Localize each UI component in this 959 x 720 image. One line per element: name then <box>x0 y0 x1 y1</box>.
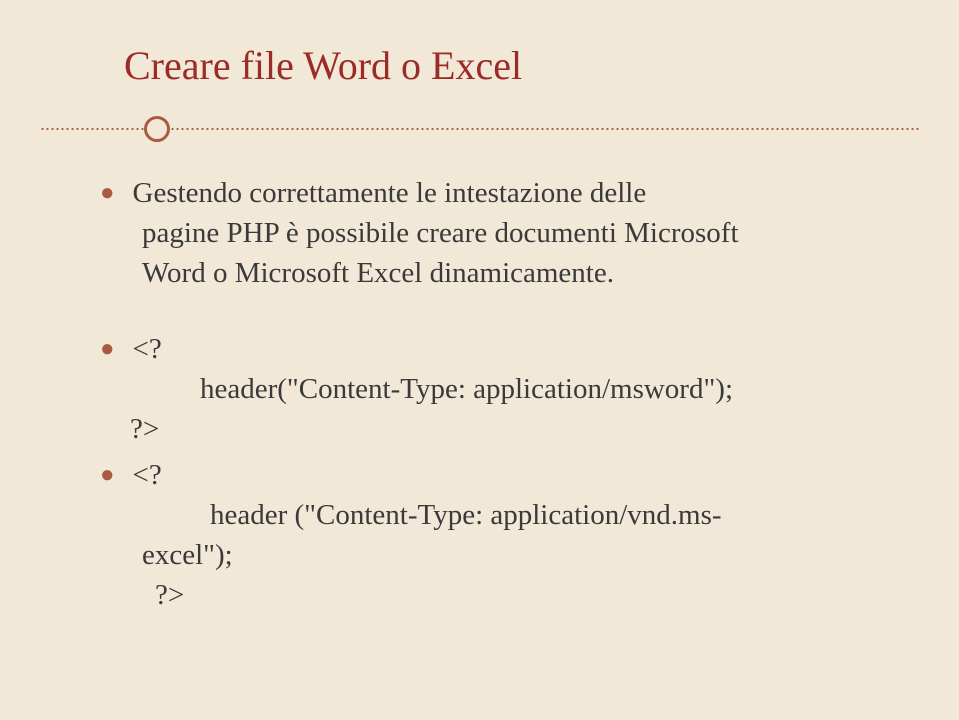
bullet-icon: ● <box>100 455 115 495</box>
intro-line-2: pagine PHP è possibile creare documenti … <box>100 213 879 253</box>
code2-body-line1: header ("Content-Type: application/vnd.m… <box>100 495 879 535</box>
code1-open: <? <box>133 329 162 369</box>
code2-open: <? <box>133 455 162 495</box>
intro-line-1: Gestendo correttamente le intestazione d… <box>133 173 647 213</box>
code2-body-line2: excel"); <box>100 535 879 575</box>
title-divider <box>40 115 919 143</box>
code-block-2: ● <? header ("Content-Type: application/… <box>100 455 879 615</box>
slide-content: ● Gestendo correttamente le intestazione… <box>80 163 879 615</box>
intro-paragraph: ● Gestendo correttamente le intestazione… <box>100 173 879 293</box>
code-block-1: ● <? header("Content-Type: application/m… <box>100 329 879 449</box>
bullet-icon: ● <box>100 329 115 369</box>
divider-line <box>40 128 919 130</box>
bullet-icon: ● <box>100 173 115 213</box>
code2-close: ?> <box>100 575 879 615</box>
code1-close: ?> <box>100 409 879 449</box>
code1-body: header("Content-Type: application/msword… <box>100 369 879 409</box>
divider-circle-icon <box>144 116 170 142</box>
intro-line-3: Word o Microsoft Excel dinamicamente. <box>100 253 879 293</box>
slide-title: Creare file Word o Excel <box>80 42 879 89</box>
slide: Creare file Word o Excel ● Gestendo corr… <box>0 0 959 720</box>
